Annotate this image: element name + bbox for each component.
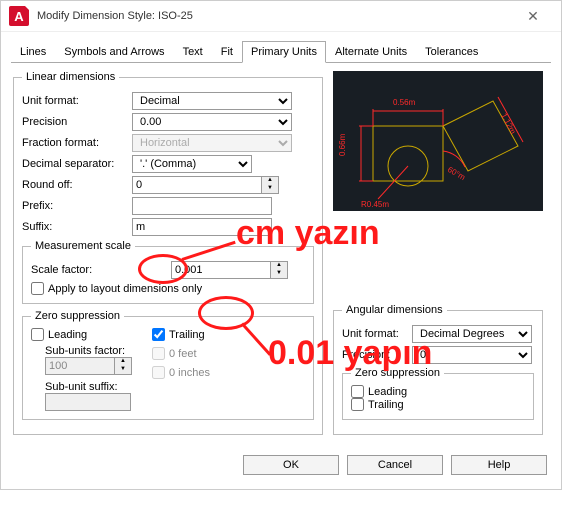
spinner-scale-factor[interactable]: ▲▼: [271, 261, 288, 279]
help-button[interactable]: Help: [451, 455, 547, 475]
select-unit-format[interactable]: Decimal: [132, 92, 292, 110]
group-measurement-scale: Measurement scale Scale factor: ▲▼ Apply…: [22, 240, 314, 304]
tab-tolerances[interactable]: Tolerances: [416, 41, 487, 63]
preview-dim-diag: 1.12m: [499, 112, 518, 136]
label-0feet: 0 feet: [169, 348, 197, 360]
label-leading: Leading: [48, 329, 87, 341]
legend-measurement-scale: Measurement scale: [31, 240, 135, 252]
group-zero-suppression-angular: Zero suppression Leading Trailing: [342, 367, 534, 420]
group-zero-suppression-linear: Zero suppression Leading Sub-units facto…: [22, 310, 314, 420]
label-fraction-format: Fraction format:: [22, 137, 132, 149]
input-sub-units-factor: [45, 357, 115, 375]
input-round-off[interactable]: [132, 176, 262, 194]
label-sub-unit-suffix: Sub-unit suffix:: [45, 381, 132, 393]
label-suffix: Suffix:: [22, 221, 132, 233]
close-button[interactable]: ✕: [513, 8, 553, 25]
spinner-round-off[interactable]: ▲▼: [262, 176, 279, 194]
legend-linear: Linear dimensions: [22, 71, 119, 83]
input-scale-factor[interactable]: [171, 261, 271, 279]
select-decimal-separator[interactable]: '.' (Comma): [132, 155, 252, 173]
select-precision[interactable]: 0.00: [132, 113, 292, 131]
preview-dim-left: 0.66m: [338, 133, 347, 156]
dialog-footer: OK Cancel Help: [1, 445, 561, 489]
input-sub-unit-suffix: [45, 393, 131, 411]
label-0inches: 0 inches: [169, 367, 210, 379]
label-prefix: Prefix:: [22, 200, 132, 212]
label-angular-precision: Precision:: [342, 349, 412, 361]
tab-symbols[interactable]: Symbols and Arrows: [55, 41, 173, 63]
select-angular-unit-format[interactable]: Decimal Degrees: [412, 325, 532, 343]
preview-dim-top: 0.56m: [393, 98, 416, 107]
checkbox-angular-trailing[interactable]: [351, 398, 364, 411]
tab-lines[interactable]: Lines: [11, 41, 55, 63]
titlebar: A Modify Dimension Style: ISO-25 ✕: [1, 1, 561, 32]
app-icon: A: [9, 6, 29, 26]
select-angular-precision[interactable]: 0: [412, 346, 532, 364]
input-prefix[interactable]: [132, 197, 272, 215]
tab-strip: Lines Symbols and Arrows Text Fit Primar…: [11, 40, 551, 63]
legend-angular: Angular dimensions: [342, 304, 447, 316]
checkbox-leading[interactable]: [31, 328, 44, 341]
ok-button[interactable]: OK: [243, 455, 339, 475]
label-angular-leading: Leading: [368, 386, 407, 398]
preview-dim-radius: R0.45m: [361, 200, 389, 209]
dialog-window: A Modify Dimension Style: ISO-25 ✕ Lines…: [0, 0, 562, 490]
group-linear-dimensions: Linear dimensions Unit format: Decimal P…: [13, 71, 323, 435]
label-scale-factor: Scale factor:: [31, 264, 171, 276]
cancel-button[interactable]: Cancel: [347, 455, 443, 475]
label-apply-layout: Apply to layout dimensions only: [48, 283, 202, 295]
tab-primary-units[interactable]: Primary Units: [242, 41, 326, 63]
label-angular-trailing: Trailing: [368, 399, 404, 411]
preview-dim-angle: 60°m: [446, 165, 467, 182]
tab-text[interactable]: Text: [174, 41, 212, 63]
label-round-off: Round off:: [22, 179, 132, 191]
input-suffix[interactable]: [132, 218, 272, 236]
label-trailing: Trailing: [169, 329, 205, 341]
spinner-sub-units-factor: ▲▼: [115, 357, 132, 375]
legend-zero-angular: Zero suppression: [351, 367, 444, 379]
dimension-preview: 0.56m 0.66m 1.12m R0.45m 60°m: [333, 71, 543, 211]
label-unit-format: Unit format:: [22, 95, 132, 107]
tab-fit[interactable]: Fit: [212, 41, 242, 63]
window-title: Modify Dimension Style: ISO-25: [37, 10, 513, 22]
label-angular-unit-format: Unit format:: [342, 328, 412, 340]
legend-zero-linear: Zero suppression: [31, 310, 124, 322]
label-precision: Precision: [22, 116, 132, 128]
label-decimal-separator: Decimal separator:: [22, 158, 132, 170]
select-fraction-format: Horizontal: [132, 134, 292, 152]
group-angular-dimensions: Angular dimensions Unit format: Decimal …: [333, 304, 543, 435]
checkbox-apply-layout[interactable]: [31, 282, 44, 295]
checkbox-0feet: [152, 347, 165, 360]
checkbox-0inches: [152, 366, 165, 379]
checkbox-trailing[interactable]: [152, 328, 165, 341]
checkbox-angular-leading[interactable]: [351, 385, 364, 398]
tab-alternate-units[interactable]: Alternate Units: [326, 41, 416, 63]
label-sub-units-factor: Sub-units factor:: [45, 345, 132, 357]
